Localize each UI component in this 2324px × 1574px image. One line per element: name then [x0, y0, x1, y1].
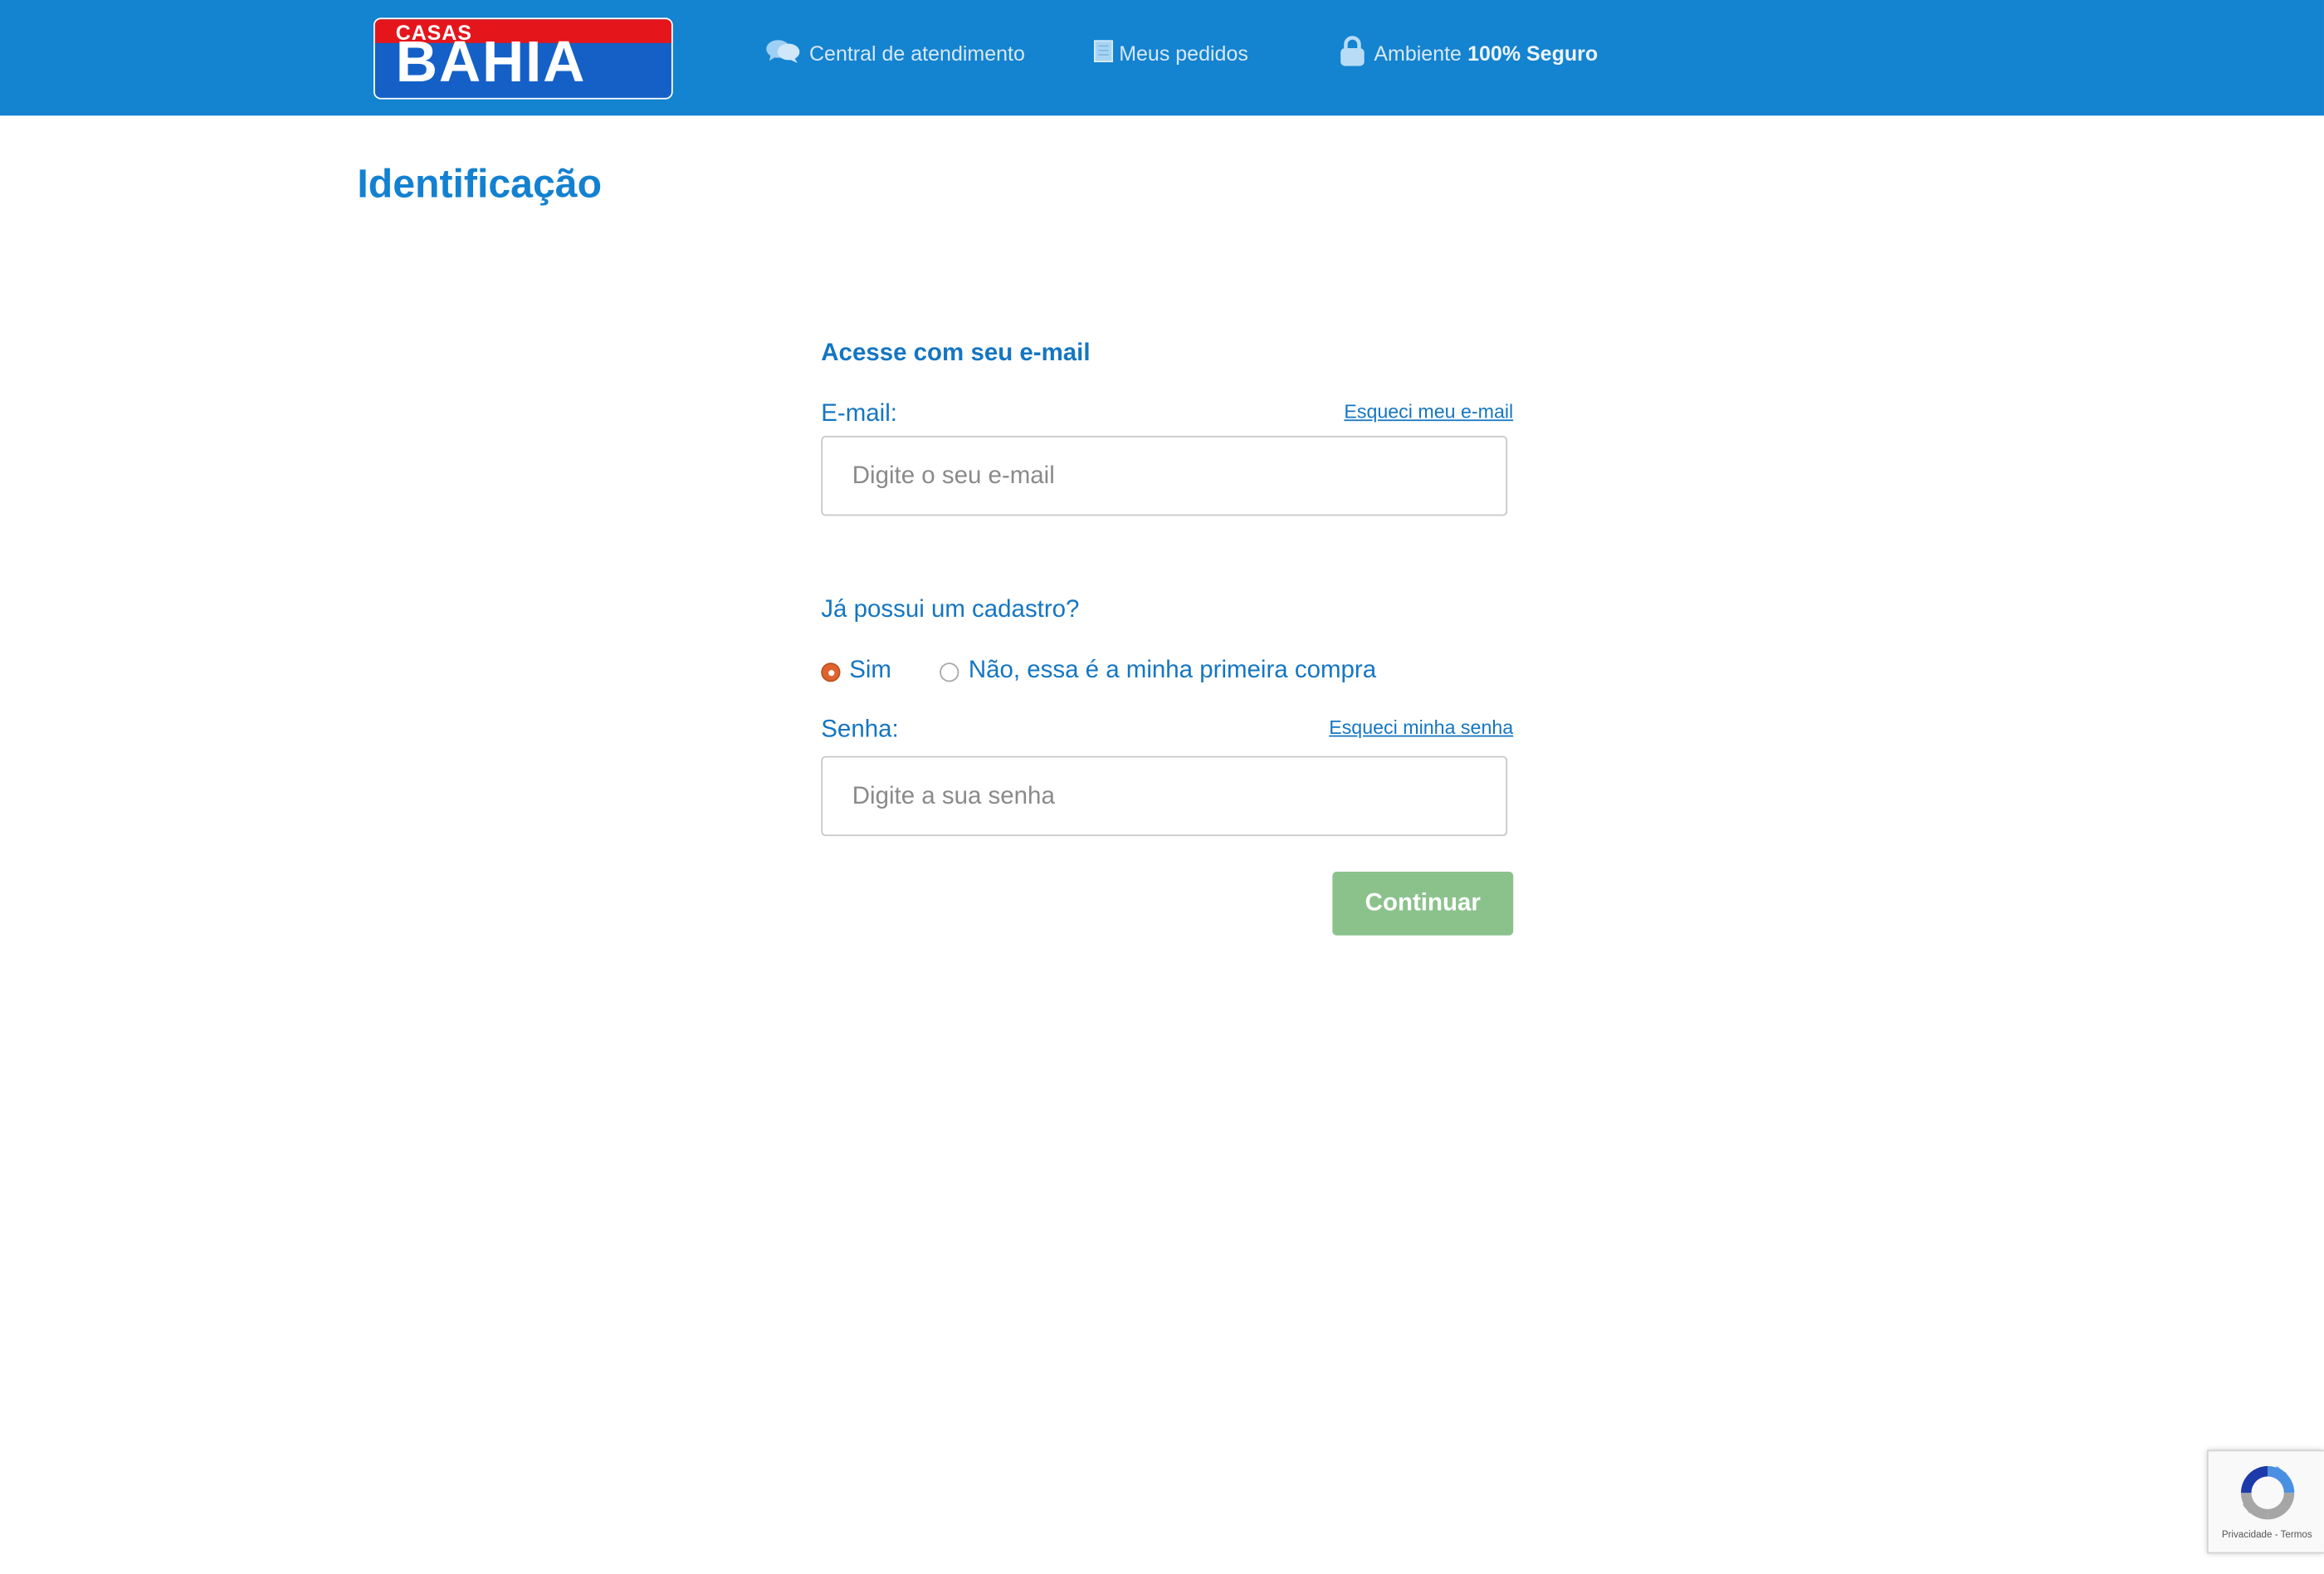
- form-subtitle: Acesse com seu e-mail: [821, 339, 1091, 367]
- recaptcha-legal-text[interactable]: Privacidade - Termos: [2209, 1530, 2324, 1540]
- registered-question: Já possui um cadastro?: [821, 595, 1080, 623]
- document-icon: [1093, 40, 1114, 66]
- password-label: Senha:: [821, 716, 899, 743]
- email-field[interactable]: [821, 435, 1508, 516]
- email-label: E-mail:: [821, 400, 897, 428]
- radio-yes-label: Sim: [849, 657, 891, 684]
- radio-no-first-purchase[interactable]: Não, essa é a minha primeira compra: [940, 657, 1376, 685]
- forgot-email-link[interactable]: Esqueci meu e-mail: [1344, 400, 1513, 423]
- casas-bahia-logo[interactable]: CASAS BAHIA: [373, 17, 673, 100]
- page: CASAS BAHIA Central de atendimento Meus …: [0, 0, 2324, 1573]
- radio-yes[interactable]: Sim: [821, 657, 891, 685]
- radio-no-indicator[interactable]: [940, 662, 960, 682]
- secure-environment: Ambiente 100% Seguro: [1340, 36, 1598, 71]
- password-field[interactable]: [821, 755, 1508, 837]
- nav-customer-service-label: Central de atendimento: [808, 41, 1025, 66]
- chat-bubbles-icon: [766, 38, 800, 68]
- radio-yes-selected-indicator[interactable]: [821, 662, 841, 682]
- page-title: Identificação: [357, 161, 603, 207]
- recaptcha-badge[interactable]: Privacidade - Termos: [2206, 1449, 2324, 1554]
- secure-prefix: Ambiente: [1374, 41, 1462, 66]
- recaptcha-icon: [2235, 1460, 2301, 1536]
- logo-main-text: BAHIA: [395, 31, 587, 95]
- nav-my-orders-label: Meus pedidos: [1119, 41, 1248, 66]
- secure-emphasis: 100% Seguro: [1467, 41, 1599, 66]
- nav-customer-service[interactable]: Central de atendimento: [766, 36, 1025, 71]
- site-header: CASAS BAHIA Central de atendimento Meus …: [0, 0, 2324, 116]
- registered-radio-group: Sim Não, essa é a minha primeira compra: [821, 657, 1376, 685]
- lock-icon: [1340, 36, 1365, 71]
- forgot-password-link[interactable]: Esqueci minha senha: [1329, 716, 1513, 738]
- nav-my-orders[interactable]: Meus pedidos: [1093, 36, 1248, 71]
- radio-no-label: Não, essa é a minha primeira compra: [968, 657, 1377, 684]
- continue-button[interactable]: Continuar: [1332, 871, 1514, 936]
